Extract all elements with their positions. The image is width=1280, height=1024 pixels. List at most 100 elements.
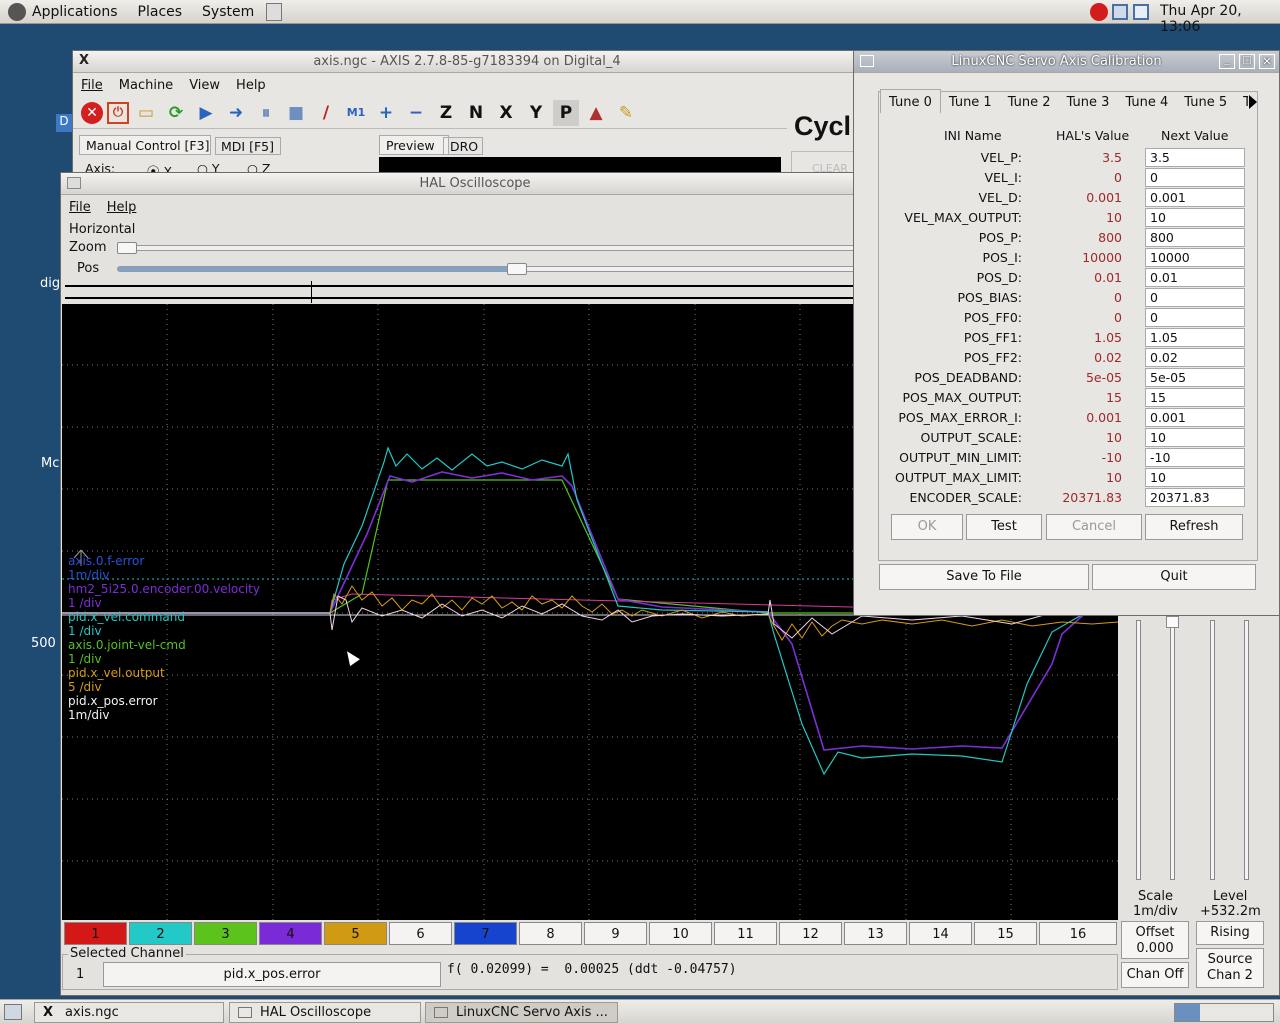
ok-button[interactable]: OK	[891, 514, 963, 540]
axis-machine-menu[interactable]: Machine	[111, 78, 181, 93]
update-notifier-icon[interactable]	[1090, 3, 1108, 21]
channel-button-8[interactable]: 8	[519, 922, 582, 945]
cal-next-value-field[interactable]: 10	[1145, 208, 1245, 227]
view-p-icon[interactable]: P	[553, 99, 579, 126]
workspace-1[interactable]	[1175, 1004, 1200, 1021]
tab-tune-5[interactable]: Tune 5	[1176, 90, 1235, 114]
cal-next-value-field[interactable]: 0	[1145, 288, 1245, 307]
zoom-slider-thumb[interactable]	[117, 242, 137, 254]
block-delete-icon[interactable]: /	[313, 100, 339, 126]
task-axis[interactable]: X axis.ngc	[34, 1002, 224, 1023]
step-icon[interactable]: ➜	[223, 100, 249, 126]
axis-titlebar[interactable]: X axis.ngc - AXIS 2.7.8-85-g7183394 on D…	[73, 51, 861, 73]
cal-next-value-field[interactable]: 15	[1145, 388, 1245, 407]
cancel-button[interactable]: Cancel	[1046, 514, 1142, 540]
places-menu[interactable]: Places	[128, 0, 193, 24]
axis-view-menu[interactable]: View	[181, 78, 228, 93]
optional-stop-icon[interactable]: M1	[343, 100, 369, 126]
tab-tune-1[interactable]: Tune 1	[941, 90, 1000, 114]
tab-tune-2[interactable]: Tune 2	[1000, 90, 1059, 114]
level-slider-track[interactable]	[1210, 620, 1215, 880]
channel-button-9[interactable]: 9	[584, 922, 647, 945]
cal-next-value-field[interactable]: -10	[1145, 448, 1245, 467]
channel-button-12[interactable]: 12	[779, 922, 842, 945]
desktop-folder-icon[interactable]: D	[56, 114, 72, 132]
channel-button-4[interactable]: 4	[259, 922, 322, 945]
estop-icon[interactable]: ✕	[81, 101, 103, 124]
channel-button-6[interactable]: 6	[389, 922, 452, 945]
pos-slider-track[interactable]	[117, 266, 857, 272]
tab-tune-6[interactable]: Tu	[1235, 90, 1248, 114]
cal-next-value-field[interactable]: 0	[1145, 168, 1245, 187]
close-icon[interactable]: ✕	[1259, 54, 1275, 69]
show-desktop-icon[interactable]	[4, 1004, 22, 1020]
offset-slider-thumb[interactable]	[1166, 616, 1179, 628]
pause-icon[interactable]: ⏸	[253, 100, 279, 126]
offset-slider-track[interactable]	[1170, 620, 1175, 880]
hal-file-menu[interactable]: File	[61, 200, 99, 215]
run-icon[interactable]: ▶	[193, 100, 219, 126]
reload-icon[interactable]: ⟳	[163, 100, 189, 126]
clock[interactable]: Thu Apr 20, 13:06	[1160, 3, 1280, 35]
workspace-switcher[interactable]	[1174, 1003, 1274, 1022]
quit-button[interactable]: Quit	[1092, 564, 1256, 590]
cal-next-value-field[interactable]: 10	[1145, 468, 1245, 487]
open-file-icon[interactable]: ▭	[133, 100, 159, 126]
network-icon[interactable]	[1112, 4, 1128, 20]
channel-button-5[interactable]: 5	[324, 922, 387, 945]
source-button[interactable]: Source Chan 2	[1196, 948, 1264, 988]
stop-icon[interactable]: ■	[283, 100, 309, 126]
view-z-icon[interactable]: Z	[433, 100, 459, 126]
tab-manual-control[interactable]: Manual Control [F3]	[79, 135, 211, 155]
zoom-in-icon[interactable]: +	[373, 100, 399, 126]
tab-mdi[interactable]: MDI [F5]	[215, 137, 281, 155]
axis-help-menu[interactable]: Help	[228, 78, 274, 93]
task-calibration[interactable]: LinuxCNC Servo Axis ...	[425, 1002, 618, 1023]
tab-dro[interactable]: DRO	[443, 137, 483, 155]
channel-button-2[interactable]: 2	[129, 922, 192, 945]
cal-next-value-field[interactable]: 0.001	[1145, 188, 1245, 207]
channel-button-11[interactable]: 11	[714, 922, 777, 945]
cal-next-value-field[interactable]: 0.01	[1145, 268, 1245, 287]
cal-next-value-field[interactable]: 0.02	[1145, 348, 1245, 367]
test-button[interactable]: Test	[966, 514, 1042, 540]
channel-button-10[interactable]: 10	[649, 922, 712, 945]
tab-preview[interactable]: Preview	[379, 135, 449, 155]
cal-next-value-field[interactable]: 10	[1145, 428, 1245, 447]
zoom-out-icon[interactable]: −	[403, 100, 429, 126]
view-z2-icon[interactable]: N	[463, 100, 489, 126]
channel-button-3[interactable]: 3	[194, 922, 257, 945]
pos-trigger-slider-track[interactable]	[1244, 620, 1249, 880]
selected-channel-name-button[interactable]: pid.x_pos.error	[103, 962, 441, 987]
pos-slider-thumb[interactable]	[507, 263, 527, 275]
window-menu-icon[interactable]	[67, 177, 81, 189]
calibration-titlebar[interactable]: LinuxCNC Servo Axis Calibration _ □ ✕	[854, 51, 1279, 73]
cal-next-value-field[interactable]: 0	[1145, 308, 1245, 327]
display-icon[interactable]	[1133, 4, 1149, 20]
window-menu-icon[interactable]	[860, 55, 874, 67]
tab-tune-3[interactable]: Tune 3	[1059, 90, 1118, 114]
refresh-button[interactable]: Refresh	[1145, 514, 1243, 540]
applications-menu[interactable]: Applications	[0, 0, 128, 24]
tab-tune-0[interactable]: Tune 0	[880, 89, 941, 113]
channel-button-1[interactable]: 1	[64, 922, 127, 945]
scale-slider-track[interactable]	[1136, 620, 1141, 880]
channel-button-15[interactable]: 15	[974, 922, 1037, 945]
cal-next-value-field[interactable]: 0.001	[1145, 408, 1245, 427]
offset-button[interactable]: Offset 0.000	[1121, 921, 1189, 959]
chan-off-button[interactable]: Chan Off	[1121, 962, 1189, 988]
cal-next-value-field[interactable]: 1.05	[1145, 328, 1245, 347]
clear-live-plot-icon[interactable]: ✎	[613, 100, 639, 126]
maximize-icon[interactable]: □	[1239, 54, 1255, 69]
cal-next-value-field[interactable]: 800	[1145, 228, 1245, 247]
rising-button[interactable]: Rising	[1196, 921, 1264, 945]
channel-button-7[interactable]: 7	[454, 922, 517, 945]
terminal-launcher-icon[interactable]	[266, 2, 283, 21]
channel-button-14[interactable]: 14	[909, 922, 972, 945]
save-to-file-button[interactable]: Save To File	[879, 564, 1089, 590]
tab-tune-4[interactable]: Tune 4	[1117, 90, 1176, 114]
machine-power-icon[interactable]: ⏻	[107, 101, 129, 124]
tool-icon[interactable]: ▲	[583, 100, 609, 126]
cal-next-value-field[interactable]: 20371.83	[1145, 488, 1245, 507]
axis-file-menu[interactable]: File	[73, 78, 111, 93]
